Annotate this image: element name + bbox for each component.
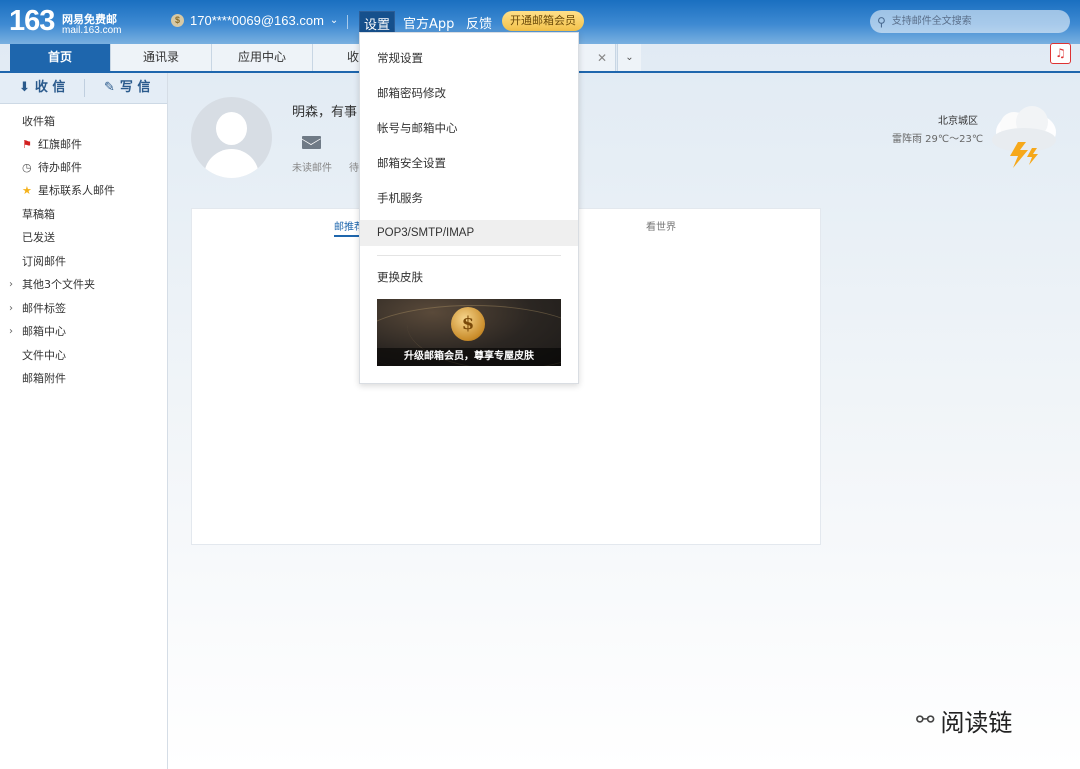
receive-icon: ⬇ xyxy=(19,80,30,95)
compose-label: 写 信 xyxy=(119,80,151,95)
music-icon[interactable]: ♫ xyxy=(1050,43,1071,64)
sidebar-item-other-folders[interactable]: › 其他3个文件夹 xyxy=(0,274,167,296)
menu-item-general-settings[interactable]: 常规设置 xyxy=(360,45,578,71)
compose-button[interactable]: ✎ 写 信 xyxy=(104,73,150,103)
sidebar-item-subscriptions[interactable]: 订阅邮件 xyxy=(0,251,167,273)
sidebar-item-attachments[interactable]: 邮箱附件 xyxy=(0,368,167,390)
sidebar-item-label: 邮箱中心 xyxy=(22,325,66,338)
menu-item-password-change[interactable]: 邮箱密码修改 xyxy=(360,80,578,106)
pencil-icon: ✎ xyxy=(104,80,115,95)
receive-button[interactable]: ⬇ 收 信 xyxy=(19,73,65,103)
tab-contacts[interactable]: 通讯录 xyxy=(111,44,212,71)
star-icon: ★ xyxy=(22,184,32,197)
sidebar-item-label: 收件箱 xyxy=(22,115,55,128)
coin-icon: $ xyxy=(171,14,184,27)
menu-item-mobile-service[interactable]: 手机服务 xyxy=(360,185,578,211)
envelope-icon[interactable] xyxy=(302,136,321,149)
search-input[interactable] xyxy=(889,15,1054,28)
search-icon: ⚲ xyxy=(877,14,886,29)
account-email: 170****0069@163.com xyxy=(190,13,324,28)
sidebar-item-label: 星标联系人邮件 xyxy=(38,184,115,197)
sidebar-item-label: 邮箱附件 xyxy=(22,372,66,385)
settings-dropdown-menu: 常规设置 邮箱密码修改 帐号与邮箱中心 邮箱安全设置 手机服务 POP3/SMT… xyxy=(359,32,579,384)
account-switcher[interactable]: $ 170****0069@163.com ⌄ xyxy=(171,13,338,28)
sidebar-item-file-center[interactable]: 文件中心 xyxy=(0,345,167,367)
logo-number: 163 xyxy=(9,5,55,37)
banner-caption: 升级邮箱会员，尊享专屋皮肤 xyxy=(377,348,561,366)
sidebar-item-label: 待办邮件 xyxy=(38,161,82,174)
divider xyxy=(84,79,85,97)
menu-item-change-skin[interactable]: 更换皮肤 xyxy=(360,264,578,290)
sidebar-item-label: 订阅邮件 xyxy=(22,255,66,268)
vip-upgrade-button[interactable]: 开通邮箱会员 xyxy=(502,11,584,31)
tab-more-chevron-icon[interactable]: ⌄ xyxy=(617,44,641,71)
receive-label: 收 信 xyxy=(34,80,66,95)
chevron-right-icon: › xyxy=(9,326,13,337)
tab-home[interactable]: 首页 xyxy=(10,44,111,71)
menu-divider xyxy=(377,255,561,256)
vip-skin-banner[interactable]: $ 升级邮箱会员，尊享专屋皮肤 xyxy=(377,299,561,366)
unread-mail-label[interactable]: 未读邮件 xyxy=(292,159,332,174)
sidebar-item-label: 其他3个文件夹 xyxy=(22,278,95,291)
sidebar-item-inbox[interactable]: 收件箱 xyxy=(0,111,167,133)
chevron-right-icon: › xyxy=(9,303,13,314)
red-flag-icon: ⚑ xyxy=(22,138,32,151)
sidebar-item-mail-center[interactable]: › 邮箱中心 xyxy=(0,321,167,343)
weather-city: 北京城区 xyxy=(938,116,978,127)
sidebar-item-label: 已发送 xyxy=(22,231,55,244)
menu-item-security-settings[interactable]: 邮箱安全设置 xyxy=(360,150,578,176)
search-box[interactable]: ⚲ xyxy=(870,10,1070,33)
watermark: ⚯ 阅读链 xyxy=(916,703,1012,738)
weather-temperature: 雷阵雨 29℃～23℃ xyxy=(892,134,984,145)
close-icon[interactable]: ✕ xyxy=(597,51,607,65)
avatar-body xyxy=(204,149,259,178)
greeting-text: 明森，有事 xyxy=(292,105,358,120)
chevron-right-icon: › xyxy=(9,279,13,290)
sidebar-item-label: 草稿箱 xyxy=(22,208,55,221)
watermark-text: 阅读链 xyxy=(940,709,1013,737)
divider xyxy=(347,15,348,29)
wechat-icon: ⚯ xyxy=(916,708,935,733)
menu-item-account-center[interactable]: 帐号与邮箱中心 xyxy=(360,115,578,141)
logo-url: mail.163.com xyxy=(62,25,122,36)
sidebar-item-label: 红旗邮件 xyxy=(38,138,82,151)
tab-world[interactable]: 看世界 xyxy=(646,218,676,233)
chevron-down-icon: ⌄ xyxy=(329,15,339,26)
sidebar: ⬇ 收 信 ✎ 写 信 收件箱 ⚑ 红旗邮件 ◷ 待办邮件 ★ 星标联系人邮件 草稿… xyxy=(0,73,168,769)
sidebar-item-label: 邮件标签 xyxy=(22,302,66,315)
sidebar-item-sent[interactable]: 已发送 xyxy=(0,227,167,249)
menu-item-pop3-smtp-imap[interactable]: POP3/SMTP/IMAP xyxy=(360,220,578,246)
sidebar-item-label: 文件中心 xyxy=(22,349,66,362)
avatar[interactable] xyxy=(191,97,272,178)
tab-app-center[interactable]: 应用中心 xyxy=(212,44,313,71)
todo-mail-label[interactable]: 待 xyxy=(349,159,359,174)
sidebar-item-drafts[interactable]: 草稿箱 xyxy=(0,204,167,226)
clock-icon: ◷ xyxy=(22,161,32,174)
thunderstorm-icon xyxy=(992,106,1056,168)
sidebar-item-tags[interactable]: › 邮件标签 xyxy=(0,298,167,320)
compose-row: ⬇ 收 信 ✎ 写 信 xyxy=(0,73,167,104)
vip-medal-icon: $ xyxy=(451,307,485,341)
sidebar-item-todo[interactable]: ◷ 待办邮件 xyxy=(0,157,167,179)
avatar-head xyxy=(216,112,247,145)
feedback-link[interactable]: 反馈 xyxy=(466,13,492,32)
sidebar-item-starred[interactable]: ★ 星标联系人邮件 xyxy=(0,180,167,202)
sidebar-item-flagged[interactable]: ⚑ 红旗邮件 xyxy=(0,134,167,156)
official-app-link[interactable]: 官方App xyxy=(403,13,454,32)
